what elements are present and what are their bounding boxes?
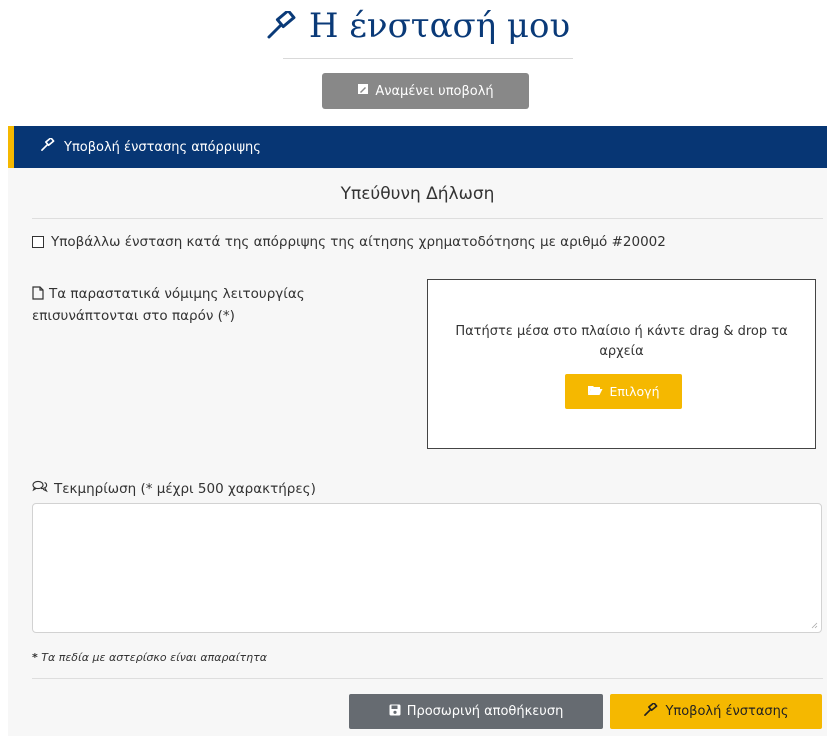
- dropzone-hint: Πατήστε μέσα στο πλαίσιο ή κάντε drag & …: [455, 324, 788, 359]
- file-icon: [32, 286, 44, 306]
- status-badge-label: Αναμένει υποβολή: [375, 83, 494, 99]
- justification-label: Τεκμηρίωση (* μέχρι 500 χαρακτήρες): [32, 480, 316, 497]
- save-draft-label: Προσωρινή αποθήκευση: [406, 704, 564, 719]
- status-badge: Αναμένει υποβολή: [322, 73, 529, 109]
- submit-objection-button[interactable]: Υποβολή ένστασης: [610, 694, 822, 729]
- page-title-text: Η ένστασή μου: [308, 6, 571, 46]
- choose-file-button[interactable]: Επιλογή: [565, 374, 682, 409]
- declaration-title: Υπεύθυνη Δήλωση: [340, 184, 495, 204]
- required-note-text: Τα πεδία με αστερίσκο είναι απαραίτητα: [41, 651, 267, 664]
- gavel-icon: [265, 9, 299, 50]
- declaration-checkbox-row[interactable]: Υποβάλλω ένσταση κατά της απόρριψης της …: [32, 234, 666, 250]
- panel-header: Υποβολή ένστασης απόρριψης: [8, 126, 827, 168]
- folder-open-icon: [587, 384, 603, 399]
- documents-label-text: Τα παραστατικά νόμιμης λειτουργίας επισυ…: [32, 286, 305, 324]
- justification-label-text: Τεκμηρίωση (* μέχρι 500 χαρακτήρες): [54, 480, 316, 497]
- file-edit-icon: [357, 83, 369, 99]
- title-divider: [283, 58, 573, 59]
- page-title: Η ένστασή μου: [0, 6, 835, 50]
- choose-file-label: Επιλογή: [609, 384, 660, 399]
- required-fields-note: * Τα πεδία με αστερίσκο είναι απαραίτητα: [32, 651, 267, 664]
- submit-objection-label: Υποβολή ένστασης: [665, 704, 789, 719]
- gavel-icon: [643, 701, 659, 721]
- declaration-checkbox-label: Υποβάλλω ένσταση κατά της απόρριψης της …: [51, 234, 666, 250]
- file-dropzone[interactable]: Πατήστε μέσα στο πλαίσιο ή κάντε drag & …: [427, 279, 816, 449]
- gavel-icon: [40, 137, 56, 156]
- documents-label: Τα παραστατικά νόμιμης λειτουργίας επισυ…: [32, 284, 392, 326]
- save-draft-button[interactable]: Προσωρινή αποθήκευση: [349, 694, 603, 729]
- resize-grip-icon[interactable]: [810, 621, 818, 629]
- objection-panel: Υποβολή ένστασης απόρριψης Υπεύθυνη Δήλω…: [8, 126, 827, 736]
- justification-textarea[interactable]: [32, 503, 822, 633]
- save-icon: [389, 704, 401, 720]
- panel-title: Υποβολή ένστασης απόρριψης: [64, 139, 261, 155]
- required-star: *: [32, 651, 38, 664]
- divider: [32, 678, 823, 679]
- declaration-checkbox[interactable]: [32, 236, 44, 248]
- divider: [32, 218, 823, 219]
- comments-icon: [32, 480, 48, 497]
